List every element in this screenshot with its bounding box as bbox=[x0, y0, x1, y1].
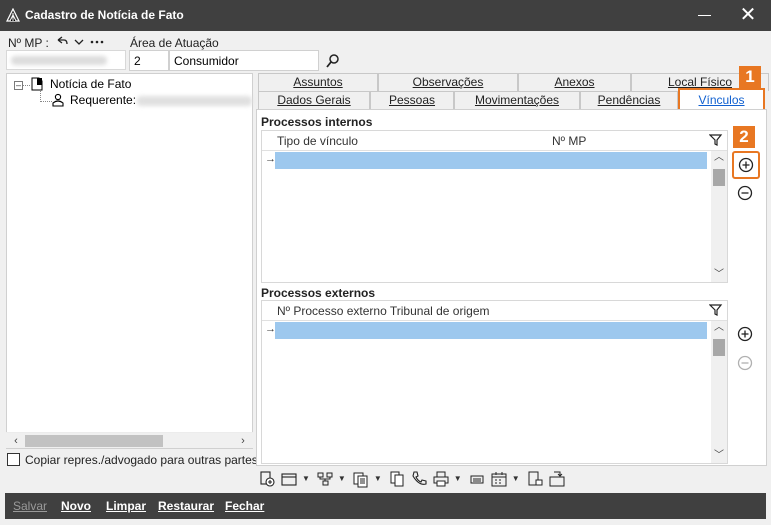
window-icon[interactable] bbox=[280, 470, 298, 488]
callout-2: 2 bbox=[733, 126, 755, 148]
add-external-button[interactable] bbox=[737, 326, 753, 342]
add-internal-button[interactable] bbox=[732, 151, 760, 179]
printer-icon[interactable] bbox=[432, 470, 450, 488]
app-logo-icon bbox=[6, 8, 20, 22]
limpar-button[interactable]: Limpar bbox=[106, 499, 146, 513]
tree-node-requerente[interactable]: Requerente: bbox=[70, 93, 136, 107]
salvar-button[interactable]: Salvar bbox=[13, 499, 47, 513]
search-icon[interactable] bbox=[325, 53, 341, 69]
scroll-down-icon[interactable]: ﹀ bbox=[711, 268, 727, 282]
calendar-icon[interactable] bbox=[490, 470, 508, 488]
scroll-thumb[interactable] bbox=[713, 169, 725, 186]
col-nmp[interactable]: Nº MP bbox=[552, 134, 586, 148]
tree-panel: – Notícia de Fato Requerente: bbox=[6, 73, 253, 449]
more-icon[interactable] bbox=[89, 34, 105, 50]
grid-header: Tipo de vínculo Nº MP bbox=[262, 131, 727, 151]
tree-node-noticia[interactable]: Notícia de Fato bbox=[50, 77, 131, 91]
table-row[interactable]: → bbox=[262, 152, 727, 169]
processos-externos-grid[interactable]: Nº Processo externo Tribunal de origem →… bbox=[261, 300, 728, 464]
col-processo-externo[interactable]: Nº Processo externo Tribunal de origem bbox=[277, 304, 489, 318]
dropdown-caret-icon[interactable]: ▼ bbox=[512, 470, 520, 490]
hierarchy-icon[interactable] bbox=[316, 470, 334, 488]
copy-checkbox-label: Copiar repres./advogado para outras part… bbox=[25, 453, 258, 467]
tree-connector bbox=[23, 85, 30, 86]
tab-pessoas[interactable]: Pessoas bbox=[370, 91, 454, 109]
person-icon bbox=[52, 93, 64, 107]
fechar-button[interactable]: Fechar bbox=[225, 499, 264, 513]
internos-vertical-scrollbar[interactable]: ︿ ﹀ bbox=[711, 151, 727, 282]
transfer-icon[interactable] bbox=[548, 470, 566, 488]
col-tipo-vinculo[interactable]: Tipo de vínculo bbox=[277, 134, 358, 148]
remove-internal-button[interactable] bbox=[737, 185, 753, 201]
copy-checkbox[interactable] bbox=[7, 453, 20, 466]
scroll-right-icon[interactable]: › bbox=[235, 433, 251, 449]
action-bar: Salvar Novo Limpar Restaurar Fechar bbox=[5, 493, 766, 519]
novo-button[interactable]: Novo bbox=[61, 499, 91, 513]
processos-internos-grid[interactable]: Tipo de vínculo Nº MP → ︿ ﹀ bbox=[261, 130, 728, 283]
document-icon bbox=[31, 77, 43, 91]
vinculos-panel: Processos internos Tipo de vínculo Nº MP… bbox=[256, 109, 767, 466]
title-bar: Cadastro de Notícia de Fato ✕ bbox=[0, 0, 771, 31]
nmp-field[interactable] bbox=[6, 50, 126, 70]
remove-external-button[interactable] bbox=[737, 355, 753, 371]
table-row[interactable]: → bbox=[262, 322, 727, 339]
dropdown-caret-icon[interactable]: ▼ bbox=[374, 470, 382, 490]
chevron-down-icon[interactable] bbox=[71, 34, 87, 50]
tree-horizontal-scrollbar[interactable]: ‹ › bbox=[6, 432, 253, 448]
phone-icon[interactable] bbox=[410, 470, 428, 488]
minimize-button[interactable] bbox=[696, 4, 720, 26]
dropdown-caret-icon[interactable]: ▼ bbox=[302, 470, 310, 490]
tab-pendencias[interactable]: Pendências bbox=[580, 91, 678, 109]
callout-1: 1 bbox=[739, 66, 761, 88]
processos-externos-title: Processos externos bbox=[261, 286, 376, 300]
tab-anexos[interactable]: Anexos bbox=[518, 73, 631, 91]
tab-assuntos[interactable]: Assuntos bbox=[258, 73, 378, 91]
scroll-up-icon[interactable]: ︿ bbox=[711, 151, 727, 165]
bottom-toolbar: ▼ ▼ ▼ ▼ ▼ bbox=[258, 470, 570, 490]
plus-circle-icon bbox=[738, 157, 754, 173]
area-code-input[interactable]: 2 bbox=[129, 50, 169, 71]
redacted-name bbox=[137, 96, 252, 106]
dropdown-caret-icon[interactable]: ▼ bbox=[454, 470, 462, 490]
scroll-thumb[interactable] bbox=[713, 339, 725, 356]
filter-icon[interactable] bbox=[709, 303, 723, 317]
restaurar-button[interactable]: Restaurar bbox=[158, 499, 214, 513]
copy-icon[interactable] bbox=[388, 470, 406, 488]
window-title: Cadastro de Notícia de Fato bbox=[25, 8, 184, 22]
print-label-icon[interactable] bbox=[468, 470, 486, 488]
scroll-thumb[interactable] bbox=[25, 435, 163, 447]
area-name-input[interactable]: Consumidor bbox=[169, 50, 319, 71]
document-lock-icon[interactable] bbox=[526, 470, 544, 488]
undo-icon[interactable] bbox=[54, 34, 70, 50]
tab-observacoes[interactable]: Observações bbox=[378, 73, 518, 91]
documents-icon[interactable] bbox=[352, 470, 370, 488]
close-button[interactable]: ✕ bbox=[736, 4, 760, 26]
grid-header: Nº Processo externo Tribunal de origem bbox=[262, 301, 727, 321]
processos-internos-title: Processos internos bbox=[261, 115, 373, 129]
copy-representative-option[interactable]: Copiar repres./advogado para outras part… bbox=[7, 453, 258, 467]
new-document-icon[interactable] bbox=[258, 470, 276, 488]
area-label: Área de Atuação bbox=[130, 36, 219, 50]
scroll-left-icon[interactable]: ‹ bbox=[8, 433, 24, 449]
filter-icon[interactable] bbox=[709, 133, 723, 147]
tab-movimentacoes[interactable]: Movimentações bbox=[454, 91, 580, 109]
selected-cell[interactable] bbox=[275, 322, 707, 339]
collapse-toggle[interactable]: – bbox=[14, 81, 23, 90]
dropdown-caret-icon[interactable]: ▼ bbox=[338, 470, 346, 490]
selected-cell[interactable] bbox=[275, 152, 707, 169]
nmp-label: Nº MP : bbox=[8, 36, 49, 50]
tab-dados-gerais[interactable]: Dados Gerais bbox=[258, 91, 370, 109]
tree-connector bbox=[40, 101, 52, 102]
externos-vertical-scrollbar[interactable]: ︿ ﹀ bbox=[711, 321, 727, 463]
scroll-down-icon[interactable]: ﹀ bbox=[711, 449, 727, 463]
scroll-up-icon[interactable]: ︿ bbox=[711, 321, 727, 335]
